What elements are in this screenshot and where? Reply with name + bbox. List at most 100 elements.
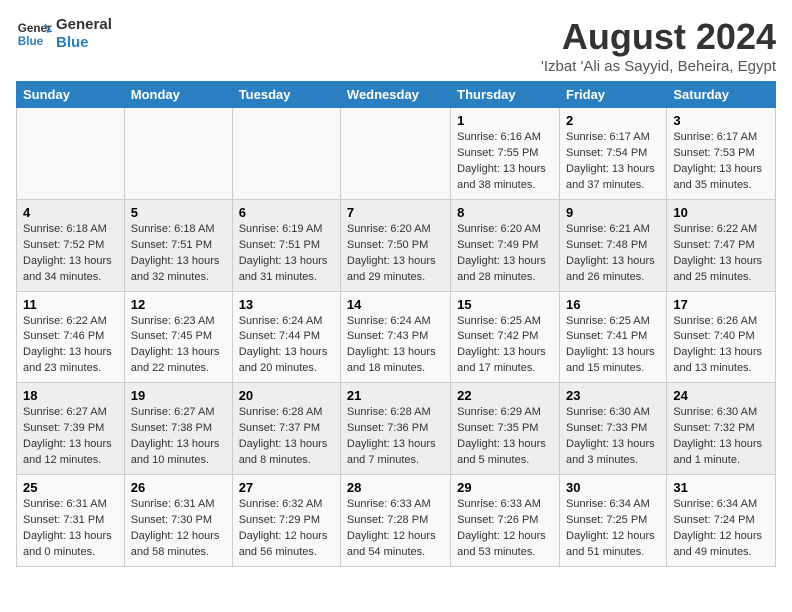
header-tuesday: Tuesday [232, 82, 340, 108]
day-cell: 25Sunrise: 6:31 AM Sunset: 7:31 PM Dayli… [17, 475, 125, 567]
svg-text:General: General [18, 22, 52, 35]
day-number: 17 [673, 297, 769, 312]
day-cell: 18Sunrise: 6:27 AM Sunset: 7:39 PM Dayli… [17, 383, 125, 475]
day-info: Sunrise: 6:33 AM Sunset: 7:26 PM Dayligh… [457, 497, 553, 561]
day-info: Sunrise: 6:25 AM Sunset: 7:41 PM Dayligh… [566, 314, 660, 378]
day-cell: 30 Sunrise: 6:34 AM Sunset: 7:25 PM Dayli… [560, 475, 667, 567]
day-info: Sunrise: 6:24 AM Sunset: 7:44 PM Dayligh… [239, 314, 334, 378]
day-cell [124, 108, 232, 200]
day-number: 28 [347, 480, 444, 495]
day-number: 27 [239, 480, 334, 495]
header-wednesday: Wednesday [340, 82, 450, 108]
day-number: 12 [131, 297, 226, 312]
day-cell: 2 Sunrise: 6:17 AM Sunset: 7:54 PM Daylig… [560, 108, 667, 200]
day-info: Sunrise: 6:30 AM Sunset: 7:33 PM Dayligh… [566, 405, 660, 469]
day-info: Sunrise: 6:32 AM Sunset: 7:29 PM Dayligh… [239, 497, 334, 561]
day-cell: 7 Sunrise: 6:20 AM Sunset: 7:50 PM Daylig… [340, 199, 450, 291]
week-row-3: 11 Sunrise: 6:22 AM Sunset: 7:46 PM Dayli… [17, 291, 776, 383]
day-info: Sunrise: 6:22 AM Sunset: 7:46 PM Dayligh… [23, 314, 118, 378]
header: General Blue General Blue August 2024 'I… [16, 16, 776, 75]
day-cell: 22 Sunrise: 6:29 AM Sunset: 7:35 PM Dayli… [451, 383, 560, 475]
day-number: 4 [23, 205, 118, 220]
day-cell [232, 108, 340, 200]
day-cell: 1Sunrise: 6:16 AM Sunset: 7:55 PM Daylig… [451, 108, 560, 200]
main-title: August 2024 [541, 16, 776, 58]
day-number: 29 [457, 480, 553, 495]
day-info: Sunrise: 6:33 AM Sunset: 7:28 PM Dayligh… [347, 497, 444, 561]
day-number: 20 [239, 388, 334, 403]
day-cell: 11 Sunrise: 6:22 AM Sunset: 7:46 PM Dayli… [17, 291, 125, 383]
logo: General Blue General Blue [16, 16, 112, 52]
day-info: Sunrise: 6:21 AM Sunset: 7:48 PM Dayligh… [566, 222, 660, 286]
day-info: Sunrise: 6:28 AM Sunset: 7:37 PM Dayligh… [239, 405, 334, 469]
day-cell: 17Sunrise: 6:26 AM Sunset: 7:40 PM Dayli… [667, 291, 776, 383]
subtitle: 'Izbat 'Ali as Sayyid, Beheira, Egypt [541, 58, 776, 75]
day-cell: 29 Sunrise: 6:33 AM Sunset: 7:26 PM Dayli… [451, 475, 560, 567]
calendar-table: SundayMondayTuesdayWednesdayThursdayFrid… [16, 81, 776, 567]
day-number: 11 [23, 297, 118, 312]
header-sunday: Sunday [17, 82, 125, 108]
day-info: Sunrise: 6:17 AM Sunset: 7:53 PM Dayligh… [673, 130, 769, 194]
day-info: Sunrise: 6:34 AM Sunset: 7:24 PM Dayligh… [673, 497, 769, 561]
title-area: August 2024 'Izbat 'Ali as Sayyid, Behei… [541, 16, 776, 75]
day-cell: 12 Sunrise: 6:23 AM Sunset: 7:45 PM Dayli… [124, 291, 232, 383]
day-number: 25 [23, 480, 118, 495]
day-number: 24 [673, 388, 769, 403]
day-number: 8 [457, 205, 553, 220]
day-cell: 27 Sunrise: 6:32 AM Sunset: 7:29 PM Dayli… [232, 475, 340, 567]
day-cell: 28 Sunrise: 6:33 AM Sunset: 7:28 PM Dayli… [340, 475, 450, 567]
day-info: Sunrise: 6:28 AM Sunset: 7:36 PM Dayligh… [347, 405, 444, 469]
day-cell: 21 Sunrise: 6:28 AM Sunset: 7:36 PM Dayli… [340, 383, 450, 475]
day-info: Sunrise: 6:34 AM Sunset: 7:25 PM Dayligh… [566, 497, 660, 561]
day-info: Sunrise: 6:20 AM Sunset: 7:50 PM Dayligh… [347, 222, 444, 286]
day-cell: 10Sunrise: 6:22 AM Sunset: 7:47 PM Dayli… [667, 199, 776, 291]
day-number: 13 [239, 297, 334, 312]
day-cell: 14 Sunrise: 6:24 AM Sunset: 7:43 PM Dayli… [340, 291, 450, 383]
day-cell: 26 Sunrise: 6:31 AM Sunset: 7:30 PM Dayli… [124, 475, 232, 567]
day-info: Sunrise: 6:18 AM Sunset: 7:51 PM Dayligh… [131, 222, 226, 286]
day-cell: 15Sunrise: 6:25 AM Sunset: 7:42 PM Dayli… [451, 291, 560, 383]
day-info: Sunrise: 6:16 AM Sunset: 7:55 PM Dayligh… [457, 130, 553, 194]
day-cell [17, 108, 125, 200]
day-number: 26 [131, 480, 226, 495]
day-cell: 9Sunrise: 6:21 AM Sunset: 7:48 PM Daylig… [560, 199, 667, 291]
day-number: 21 [347, 388, 444, 403]
day-number: 6 [239, 205, 334, 220]
day-number: 14 [347, 297, 444, 312]
day-number: 10 [673, 205, 769, 220]
day-number: 30 [566, 480, 660, 495]
logo-line1: General [56, 16, 112, 34]
day-info: Sunrise: 6:27 AM Sunset: 7:39 PM Dayligh… [23, 405, 118, 469]
day-cell: 4 Sunrise: 6:18 AM Sunset: 7:52 PM Daylig… [17, 199, 125, 291]
day-info: Sunrise: 6:31 AM Sunset: 7:30 PM Dayligh… [131, 497, 226, 561]
week-row-5: 25Sunrise: 6:31 AM Sunset: 7:31 PM Dayli… [17, 475, 776, 567]
week-row-4: 18Sunrise: 6:27 AM Sunset: 7:39 PM Dayli… [17, 383, 776, 475]
logo-line2: Blue [56, 34, 112, 52]
day-info: Sunrise: 6:20 AM Sunset: 7:49 PM Dayligh… [457, 222, 553, 286]
day-info: Sunrise: 6:29 AM Sunset: 7:35 PM Dayligh… [457, 405, 553, 469]
day-cell [340, 108, 450, 200]
day-info: Sunrise: 6:23 AM Sunset: 7:45 PM Dayligh… [131, 314, 226, 378]
day-info: Sunrise: 6:19 AM Sunset: 7:51 PM Dayligh… [239, 222, 334, 286]
day-info: Sunrise: 6:17 AM Sunset: 7:54 PM Dayligh… [566, 130, 660, 194]
day-info: Sunrise: 6:18 AM Sunset: 7:52 PM Dayligh… [23, 222, 118, 286]
week-row-1: 1Sunrise: 6:16 AM Sunset: 7:55 PM Daylig… [17, 108, 776, 200]
day-cell: 3 Sunrise: 6:17 AM Sunset: 7:53 PM Daylig… [667, 108, 776, 200]
day-info: Sunrise: 6:24 AM Sunset: 7:43 PM Dayligh… [347, 314, 444, 378]
calendar-header-row: SundayMondayTuesdayWednesdayThursdayFrid… [17, 82, 776, 108]
day-number: 2 [566, 113, 660, 128]
day-cell: 5Sunrise: 6:18 AM Sunset: 7:51 PM Daylig… [124, 199, 232, 291]
day-cell: 24Sunrise: 6:30 AM Sunset: 7:32 PM Dayli… [667, 383, 776, 475]
logo-icon: General Blue [16, 16, 52, 52]
day-number: 7 [347, 205, 444, 220]
day-cell: 31Sunrise: 6:34 AM Sunset: 7:24 PM Dayli… [667, 475, 776, 567]
header-monday: Monday [124, 82, 232, 108]
day-info: Sunrise: 6:27 AM Sunset: 7:38 PM Dayligh… [131, 405, 226, 469]
day-number: 22 [457, 388, 553, 403]
header-friday: Friday [560, 82, 667, 108]
day-number: 3 [673, 113, 769, 128]
day-cell: 23 Sunrise: 6:30 AM Sunset: 7:33 PM Dayli… [560, 383, 667, 475]
day-number: 16 [566, 297, 660, 312]
day-number: 23 [566, 388, 660, 403]
header-saturday: Saturday [667, 82, 776, 108]
